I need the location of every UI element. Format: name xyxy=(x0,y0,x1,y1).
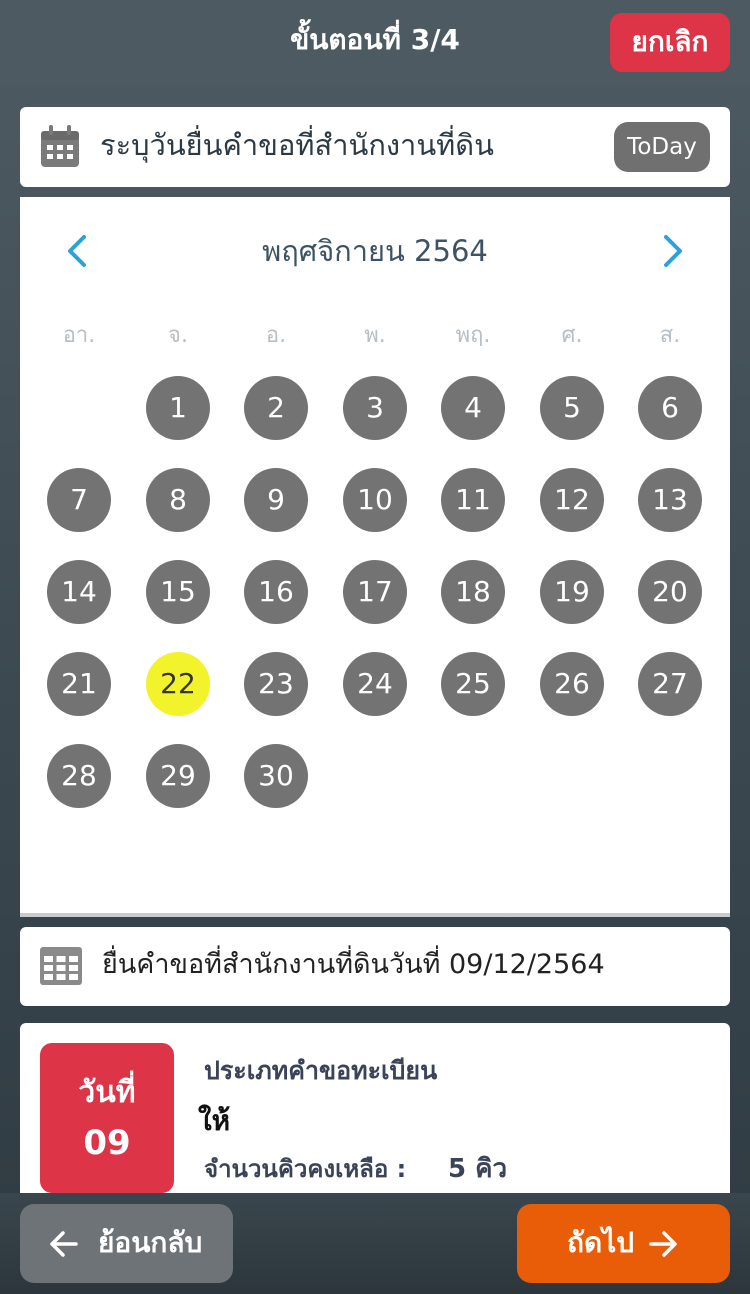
calendar-day[interactable]: 13 xyxy=(638,468,702,532)
grid-icon xyxy=(40,947,82,985)
calendar-day[interactable]: 28 xyxy=(47,744,111,808)
calendar-day[interactable]: 4 xyxy=(441,376,505,440)
request-type-label: ประเภทคำขอทะเบียน xyxy=(204,1056,438,1085)
weekday-header: ศ. xyxy=(561,323,583,348)
calendar-day-selected[interactable]: 22 xyxy=(146,652,210,716)
footer-bar: ย้อนกลับ ถัดไป xyxy=(0,1193,750,1294)
day-badge: วันที่ 09 xyxy=(40,1043,174,1193)
summary-text: ยื่นคำขอที่สำนักงานที่ดินวันที่ 09/12/25… xyxy=(102,949,605,980)
calendar-day[interactable]: 9 xyxy=(244,468,308,532)
chevron-right-icon[interactable] xyxy=(652,231,692,271)
weekday-header: ส. xyxy=(659,323,681,348)
weekday-header: จ. xyxy=(168,323,188,348)
calendar-day[interactable]: 29 xyxy=(146,744,210,808)
today-button[interactable]: ToDay xyxy=(614,122,710,172)
calendar-divider xyxy=(20,913,730,917)
date-label-card: ระบุวันยื่นคำขอที่สำนักงานที่ดิน ToDay xyxy=(20,107,730,187)
cancel-button[interactable]: ยกเลิก xyxy=(610,13,730,72)
date-label: ระบุวันยื่นคำขอที่สำนักงานที่ดิน xyxy=(100,128,494,162)
calendar-day[interactable]: 8 xyxy=(146,468,210,532)
calendar-day[interactable]: 15 xyxy=(146,560,210,624)
weekday-header: อา. xyxy=(62,323,96,348)
calendar-day[interactable]: 21 xyxy=(47,652,111,716)
header-bar: ขั้นตอนที่ 3/4 ยกเลิก xyxy=(0,0,750,86)
arrow-left-icon xyxy=(50,1231,78,1257)
arrow-right-icon xyxy=(649,1231,677,1257)
back-button-label: ย้อนกลับ xyxy=(98,1226,203,1259)
calendar-day[interactable]: 7 xyxy=(47,468,111,532)
remaining-queue-value: 5 คิว xyxy=(448,1154,508,1184)
calendar-day[interactable]: 25 xyxy=(441,652,505,716)
month-title: พฤศจิกายน 2564 xyxy=(262,234,488,268)
calendar-day[interactable]: 26 xyxy=(540,652,604,716)
next-button-label: ถัดไป xyxy=(567,1226,634,1259)
calendar-day[interactable]: 5 xyxy=(540,376,604,440)
day-badge-value: 09 xyxy=(83,1123,131,1163)
back-button[interactable]: ย้อนกลับ xyxy=(20,1204,233,1283)
calendar: พฤศจิกายน 2564 อา. จ. อ. พ. พฤ. ศ. ส. 1 2 3 4 5 6 7 8 9… xyxy=(20,197,730,915)
summary-card: ยื่นคำขอที่สำนักงานที่ดินวันที่ 09/12/25… xyxy=(20,927,730,1006)
calendar-day[interactable]: 10 xyxy=(343,468,407,532)
calendar-day[interactable]: 16 xyxy=(244,560,308,624)
calendar-day[interactable]: 18 xyxy=(441,560,505,624)
calendar-day[interactable]: 3 xyxy=(343,376,407,440)
calendar-day[interactable]: 11 xyxy=(441,468,505,532)
calendar-day[interactable]: 14 xyxy=(47,560,111,624)
weekday-header: พฤ. xyxy=(455,323,491,348)
queue-detail-card[interactable]: วันที่ 09 ประเภทคำขอทะเบียน ให้ จำนวนคิว… xyxy=(20,1023,730,1213)
next-button[interactable]: ถัดไป xyxy=(517,1204,730,1283)
calendar-day[interactable]: 19 xyxy=(540,560,604,624)
calendar-day[interactable]: 20 xyxy=(638,560,702,624)
calendar-day[interactable]: 2 xyxy=(244,376,308,440)
calendar-day[interactable]: 1 xyxy=(146,376,210,440)
day-badge-label: วันที่ xyxy=(78,1075,136,1110)
calendar-day[interactable]: 27 xyxy=(638,652,702,716)
calendar-day[interactable]: 30 xyxy=(244,744,308,808)
request-type-value: ให้ xyxy=(198,1104,231,1137)
calendar-day[interactable]: 24 xyxy=(343,652,407,716)
calendar-icon xyxy=(41,125,79,167)
weekday-header: อ. xyxy=(265,323,287,348)
remaining-queue-label: จำนวนคิวคงเหลือ : xyxy=(204,1155,407,1183)
weekday-header: พ. xyxy=(364,323,386,348)
calendar-day[interactable]: 17 xyxy=(343,560,407,624)
calendar-day[interactable]: 23 xyxy=(244,652,308,716)
calendar-day[interactable]: 6 xyxy=(638,376,702,440)
calendar-day[interactable]: 12 xyxy=(540,468,604,532)
